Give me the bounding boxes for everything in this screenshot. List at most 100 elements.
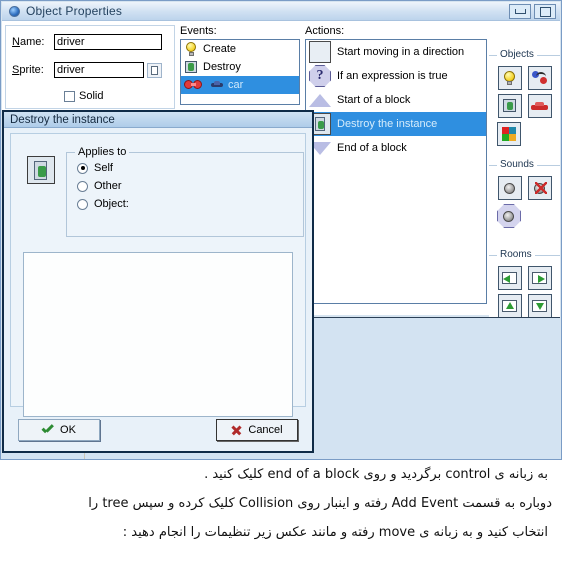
action-toolbar: Objects Sounds Rooms: [489, 43, 560, 346]
ok-button[interactable]: OK: [18, 419, 100, 441]
room-up-icon: [501, 299, 518, 313]
window-title-bar: Object Properties: [2, 2, 560, 21]
add-object-event-button[interactable]: [527, 66, 552, 90]
stop-sound-button[interactable]: [527, 176, 552, 200]
sprite-field-row: Sprite: driver: [12, 62, 162, 78]
name-input[interactable]: driver: [54, 34, 162, 50]
action-label: If an expression is true: [337, 70, 448, 82]
applies-to-other-row[interactable]: Other: [77, 180, 303, 192]
applies-to-caption: Applies to: [75, 146, 130, 158]
speaker-check-icon: [502, 210, 516, 223]
dialog-title-bar: Destroy the instance: [4, 112, 312, 128]
radio-self[interactable]: [77, 162, 88, 174]
draw-event-button[interactable]: [497, 122, 521, 146]
sprite-menu-icon[interactable]: [147, 62, 162, 78]
destroy-instance-dialog: Destroy the instance Applies to Self Oth…: [2, 110, 314, 453]
event-label: Create: [203, 43, 237, 55]
action-item-if-expression[interactable]: ? If an expression is true: [306, 64, 486, 88]
caption-line-1: به زبانه ی control برگردید و روی end of …: [204, 467, 548, 482]
events-caption: Events:: [180, 25, 217, 37]
window-title: Object Properties: [26, 4, 123, 18]
move-direction-icon: [309, 41, 331, 63]
dialog-title: Destroy the instance: [10, 113, 115, 126]
check-icon: [42, 425, 54, 435]
action-item-start-block[interactable]: Start of a block: [306, 88, 486, 112]
radio-object[interactable]: [77, 198, 88, 210]
restart-room-button[interactable]: [497, 294, 522, 318]
goto-room-button[interactable]: [527, 294, 552, 318]
block-start-icon: [309, 93, 331, 107]
car-object-button[interactable]: [527, 94, 552, 118]
create-event-button[interactable]: [497, 66, 522, 90]
maximize-button[interactable]: [534, 4, 556, 19]
solid-checkbox-row[interactable]: Solid: [64, 90, 103, 102]
applies-to-self-row[interactable]: Self: [77, 162, 303, 174]
radio-object-label: Object:: [94, 198, 129, 210]
play-sound-button[interactable]: [497, 176, 522, 200]
caption-line-2: دوباره به قسمت Add Event رفته و اینبار ر…: [88, 496, 552, 511]
toolbar-group-sounds: Sounds: [489, 159, 560, 228]
event-label: car: [228, 79, 244, 91]
ok-label: OK: [60, 424, 76, 436]
action-item-end-block[interactable]: End of a block: [306, 136, 486, 160]
destroy-event-button[interactable]: [497, 94, 522, 118]
next-room-button[interactable]: [527, 266, 552, 290]
close-icon: [231, 425, 242, 436]
speaker-icon: [503, 182, 517, 195]
event-item-create[interactable]: Create: [181, 40, 299, 58]
question-icon: ?: [309, 65, 331, 87]
actions-caption: Actions:: [305, 25, 345, 37]
name-field-row: Name: driver: [12, 34, 162, 50]
events-list[interactable]: Create Destroy car: [180, 39, 300, 105]
dialog-button-bar: OK Cancel: [4, 419, 312, 443]
sounds-group-caption: Sounds: [497, 159, 537, 170]
room-left-icon: [501, 271, 518, 285]
lightbulb-icon: [503, 71, 516, 85]
check-sound-button[interactable]: [497, 204, 521, 228]
toolbar-group-objects: Objects: [489, 49, 560, 146]
object-properties-panel: Name: driver Sprite: driver Solid: [5, 25, 175, 109]
minimize-icon: [514, 9, 526, 14]
event-item-destroy[interactable]: Destroy: [181, 58, 299, 76]
event-item-car[interactable]: car: [181, 76, 299, 94]
maximize-icon: [539, 6, 551, 17]
actions-panel: Actions: Start moving in a direction ? I…: [305, 25, 487, 311]
events-panel: Events: Create Destroy car: [180, 25, 300, 109]
speaker-mute-icon: [533, 181, 547, 195]
collision-icon: [184, 79, 206, 91]
action-item-destroy-instance[interactable]: Destroy the instance: [306, 112, 486, 136]
minimize-button[interactable]: [509, 4, 531, 19]
rooms-group-caption: Rooms: [497, 249, 535, 260]
action-label: Destroy the instance: [337, 118, 438, 130]
shield-icon: [502, 99, 517, 113]
objects-group-caption: Objects: [497, 49, 537, 60]
screenshot-root: Object Properties Name: driver Sprite: d…: [0, 0, 562, 563]
radio-other-label: Other: [94, 180, 122, 192]
caption-line-3: انتخاب کنید و به زبانه ی move رفته و مان…: [122, 525, 548, 540]
applies-to-group: Applies to Self Other Object:: [66, 146, 304, 237]
dialog-content-area: [23, 252, 293, 417]
dialog-body: Applies to Self Other Object: OK Cancel: [4, 129, 312, 451]
room-down-icon: [531, 299, 548, 313]
action-item-start-moving[interactable]: Start moving in a direction: [306, 40, 486, 64]
destroy-instance-icon: [27, 156, 55, 184]
radio-other[interactable]: [77, 180, 88, 192]
sprite-input[interactable]: driver: [54, 62, 144, 78]
app-icon: [9, 5, 20, 17]
solid-label: Solid: [79, 90, 104, 102]
radio-self-label: Self: [94, 162, 113, 174]
car-icon: [211, 81, 223, 89]
action-label: Start moving in a direction: [337, 46, 465, 58]
solid-checkbox[interactable]: [64, 90, 75, 102]
instruction-caption: به زبانه ی control برگردید و روی end of …: [0, 460, 562, 563]
cancel-button[interactable]: Cancel: [216, 419, 298, 441]
window-controls: [509, 4, 556, 19]
previous-room-button[interactable]: [497, 266, 522, 290]
name-label: Name:: [12, 36, 45, 48]
palette-icon: [501, 127, 517, 141]
car-icon: [531, 101, 548, 111]
sounds-group-box: Sounds: [489, 159, 560, 228]
event-label: Destroy: [203, 61, 241, 73]
actions-list[interactable]: Start moving in a direction ? If an expr…: [305, 39, 487, 304]
applies-to-object-row[interactable]: Object:: [77, 198, 303, 210]
